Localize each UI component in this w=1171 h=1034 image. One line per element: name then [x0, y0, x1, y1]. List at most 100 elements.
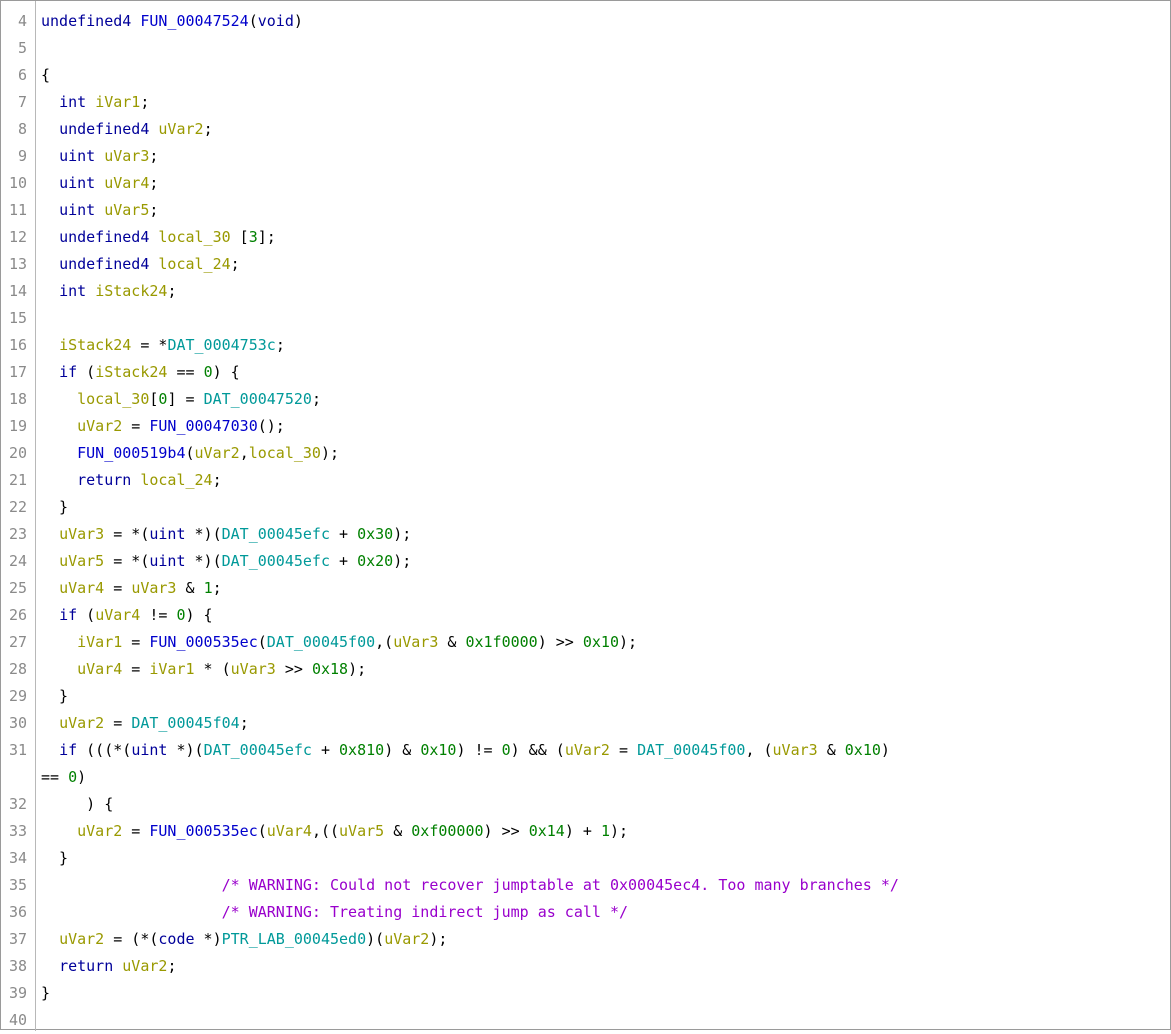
- code-line[interactable]: 37 uVar2 = (*(code *)PTR_LAB_00045ed0)(u…: [1, 926, 1170, 953]
- variable-token[interactable]: iVar1: [95, 93, 140, 111]
- code-line[interactable]: 9 uint uVar3;: [1, 143, 1170, 170]
- variable-token[interactable]: iVar1: [149, 660, 194, 678]
- code-line[interactable]: 34 }: [1, 845, 1170, 872]
- code-line[interactable]: 21 return local_24;: [1, 467, 1170, 494]
- variable-token[interactable]: uVar5: [104, 201, 149, 219]
- variable-token[interactable]: uVar5: [339, 822, 384, 840]
- code-line[interactable]: 4 undefined4 FUN_00047524(void): [1, 8, 1170, 35]
- code-line[interactable]: 33 uVar2 = FUN_000535ec(uVar4,((uVar5 & …: [1, 818, 1170, 845]
- variable-token[interactable]: iVar1: [77, 633, 122, 651]
- code-line[interactable]: 29 }: [1, 683, 1170, 710]
- code-text-token: &: [817, 741, 845, 759]
- line-number: 21: [8, 471, 27, 489]
- code-line[interactable]: 35 /* WARNING: Could not recover jumptab…: [1, 872, 1170, 899]
- code-line[interactable]: 8 undefined4 uVar2;: [1, 116, 1170, 143]
- variable-token[interactable]: uVar2: [122, 957, 167, 975]
- code-line[interactable]: 24 uVar5 = *(uint *)(DAT_00045efc + 0x20…: [1, 548, 1170, 575]
- code-line[interactable]: 17 if (iStack24 == 0) {: [1, 359, 1170, 386]
- global-symbol-token[interactable]: DAT_00045efc: [204, 741, 312, 759]
- code-line[interactable]: 30 uVar2 = DAT_00045f04;: [1, 710, 1170, 737]
- variable-token[interactable]: uVar5: [59, 552, 104, 570]
- code-line[interactable]: 32 ) {: [1, 791, 1170, 818]
- variable-token[interactable]: uVar4: [95, 606, 140, 624]
- variable-token[interactable]: local_24: [158, 255, 230, 273]
- keyword-token: undefined4: [59, 120, 150, 138]
- code-line[interactable]: 16 iStack24 = *DAT_0004753c;: [1, 332, 1170, 359]
- global-symbol-token[interactable]: DAT_0004753c: [167, 336, 275, 354]
- variable-token[interactable]: iStack24: [59, 336, 131, 354]
- function-name-token[interactable]: FUN_000535ec: [149, 633, 257, 651]
- variable-token[interactable]: uVar2: [195, 444, 240, 462]
- code-line[interactable]: 39}: [1, 980, 1170, 1007]
- code-text-token: ==: [41, 768, 69, 786]
- code-line[interactable]: 18 local_30[0] = DAT_00047520;: [1, 386, 1170, 413]
- variable-token[interactable]: iStack24: [95, 282, 167, 300]
- variable-token[interactable]: local_30: [249, 444, 321, 462]
- number-literal-token: 0: [501, 741, 511, 759]
- variable-token[interactable]: uVar4: [59, 579, 104, 597]
- code-line[interactable]: 12 undefined4 local_30 [3];: [1, 224, 1170, 251]
- variable-token[interactable]: uVar3: [131, 579, 176, 597]
- code-line[interactable]: 26 if (uVar4 != 0) {: [1, 602, 1170, 629]
- variable-token[interactable]: uVar2: [565, 741, 610, 759]
- function-name-token[interactable]: FUN_00047524: [140, 12, 248, 30]
- global-symbol-token[interactable]: DAT_00047520: [204, 390, 312, 408]
- code-line[interactable]: 13 undefined4 local_24;: [1, 251, 1170, 278]
- variable-token[interactable]: uVar3: [59, 525, 104, 543]
- function-name-token[interactable]: FUN_00047030: [149, 417, 257, 435]
- code-line[interactable]: 10 uint uVar4;: [1, 170, 1170, 197]
- code-line[interactable]: 22 }: [1, 494, 1170, 521]
- variable-token[interactable]: uVar2: [77, 417, 122, 435]
- code-line[interactable]: 27 iVar1 = FUN_000535ec(DAT_00045f00,(uV…: [1, 629, 1170, 656]
- function-name-token[interactable]: FUN_000535ec: [149, 822, 257, 840]
- code-content: if (iStack24 == 0) {: [41, 359, 240, 386]
- code-line[interactable]: 11 uint uVar5;: [1, 197, 1170, 224]
- code-line[interactable]: 7 int iVar1;: [1, 89, 1170, 116]
- code-line[interactable]: == 0): [1, 764, 1170, 791]
- code-line[interactable]: 19 uVar2 = FUN_00047030();: [1, 413, 1170, 440]
- code-line[interactable]: 31 if (((*(uint *)(DAT_00045efc + 0x810)…: [1, 737, 1170, 764]
- global-symbol-token[interactable]: DAT_00045efc: [222, 525, 330, 543]
- variable-token[interactable]: uVar3: [773, 741, 818, 759]
- variable-token[interactable]: uVar2: [59, 714, 104, 732]
- code-line[interactable]: 28 uVar4 = iVar1 * (uVar3 >> 0x18);: [1, 656, 1170, 683]
- code-line[interactable]: 6{: [1, 62, 1170, 89]
- global-symbol-token[interactable]: DAT_00045f04: [131, 714, 239, 732]
- code-line[interactable]: 5: [1, 35, 1170, 62]
- comment-token: /* WARNING: Treating indirect jump as ca…: [221, 903, 629, 921]
- global-symbol-token[interactable]: DAT_00045f00: [267, 633, 375, 651]
- code-line[interactable]: 36 /* WARNING: Treating indirect jump as…: [1, 899, 1170, 926]
- code-line[interactable]: 25 uVar4 = uVar3 & 1;: [1, 575, 1170, 602]
- variable-token[interactable]: uVar3: [104, 147, 149, 165]
- variable-token[interactable]: uVar4: [77, 660, 122, 678]
- code-text-token: ) {: [41, 795, 114, 813]
- variable-token[interactable]: uVar2: [158, 120, 203, 138]
- code-content: undefined4 local_30 [3];: [41, 224, 276, 251]
- global-symbol-token[interactable]: PTR_LAB_00045ed0: [222, 930, 367, 948]
- variable-token[interactable]: uVar4: [267, 822, 312, 840]
- code-text-token: }: [41, 849, 69, 867]
- global-symbol-token[interactable]: DAT_00045f00: [637, 741, 745, 759]
- variable-token[interactable]: local_30: [77, 390, 149, 408]
- variable-token[interactable]: local_30: [158, 228, 230, 246]
- variable-token[interactable]: uVar2: [59, 930, 104, 948]
- code-line[interactable]: 15: [1, 305, 1170, 332]
- code-line[interactable]: 38 return uVar2;: [1, 953, 1170, 980]
- variable-token[interactable]: uVar3: [393, 633, 438, 651]
- global-symbol-token[interactable]: DAT_00045efc: [222, 552, 330, 570]
- variable-token[interactable]: uVar2: [384, 930, 429, 948]
- code-line[interactable]: 23 uVar3 = *(uint *)(DAT_00045efc + 0x30…: [1, 521, 1170, 548]
- variable-token[interactable]: local_24: [140, 471, 212, 489]
- keyword-token: uint: [149, 552, 186, 570]
- code-line[interactable]: 14 int iStack24;: [1, 278, 1170, 305]
- code-line[interactable]: 20 FUN_000519b4(uVar2,local_30);: [1, 440, 1170, 467]
- variable-token[interactable]: iStack24: [95, 363, 167, 381]
- variable-token[interactable]: uVar4: [104, 174, 149, 192]
- variable-token[interactable]: uVar2: [77, 822, 122, 840]
- variable-token[interactable]: uVar3: [231, 660, 276, 678]
- code-content: int iStack24;: [41, 278, 176, 305]
- function-name-token[interactable]: FUN_000519b4: [77, 444, 185, 462]
- decompiler-code-view[interactable]: 4 undefined4 FUN_00047524(void) 5 6{7 int i…: [0, 0, 1171, 1031]
